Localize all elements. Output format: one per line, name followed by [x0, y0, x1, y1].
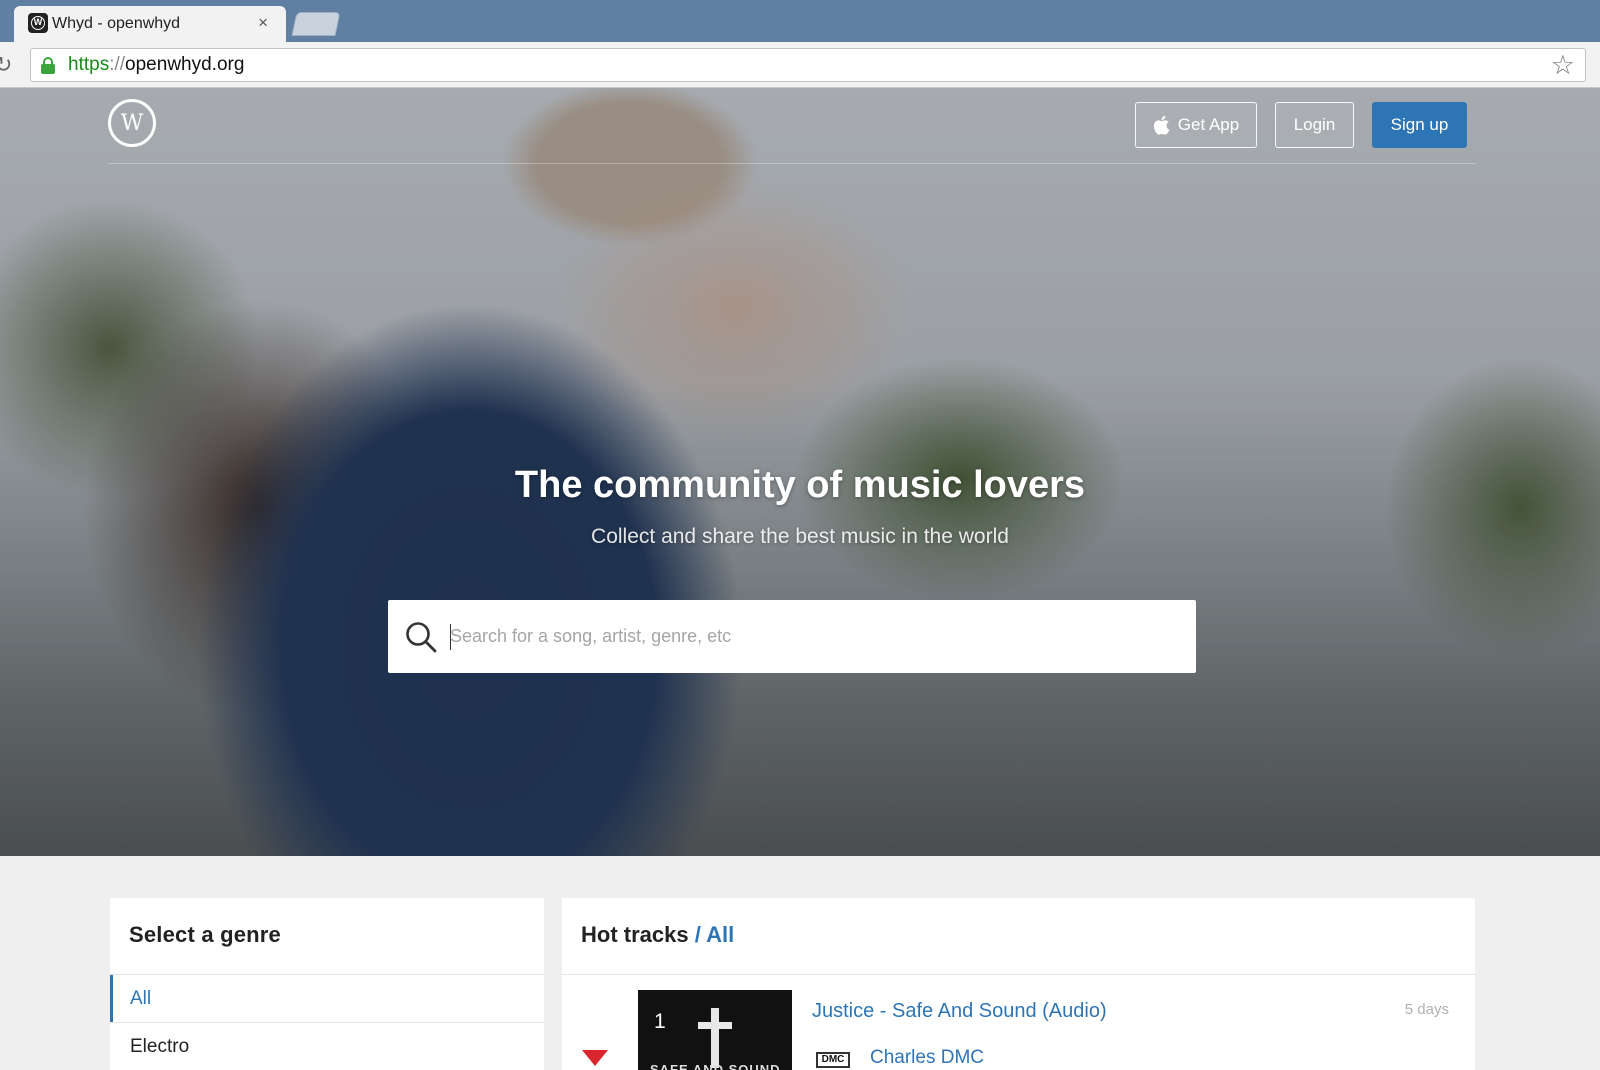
hot-tracks-heading: Hot tracks / All	[581, 922, 735, 947]
whyd-favicon-icon: W	[28, 13, 48, 33]
login-button[interactable]: Login	[1275, 102, 1354, 148]
search-box[interactable]	[388, 600, 1196, 673]
text-caret	[450, 624, 451, 650]
hero-subtitle: Collect and share the best music in the …	[591, 525, 1009, 548]
track-title-link[interactable]: Justice - Safe And Sound (Audio)	[812, 1000, 1107, 1023]
genre-heading: Select a genre	[129, 922, 281, 947]
genre-filter-link[interactable]: / All	[695, 922, 735, 947]
thumbnail-caption: SAFE AND SOUND	[650, 1062, 781, 1070]
track-rank: 1	[654, 1010, 666, 1033]
genre-panel: Select a genre All Electro	[110, 898, 544, 1070]
search-icon	[406, 622, 437, 653]
poster-avatar[interactable]: DMC	[816, 1052, 850, 1068]
search-input[interactable]	[450, 615, 1170, 657]
signup-button[interactable]: Sign up	[1372, 102, 1467, 148]
poster-name-link[interactable]: Charles DMC	[870, 1047, 984, 1069]
genre-item-all[interactable]: All	[110, 975, 544, 1023]
vote-down-icon[interactable]	[582, 1050, 608, 1066]
hero-title: The community of music lovers	[514, 464, 1086, 506]
close-tab-icon[interactable]: ×	[258, 13, 268, 33]
whyd-logo[interactable]: W	[108, 99, 156, 147]
cross-icon	[698, 1008, 732, 1068]
url-text: https://openwhyd.org	[68, 54, 245, 75]
track-thumbnail[interactable]: 1 SAFE AND SOUND	[638, 990, 792, 1070]
track-row[interactable]: 1 SAFE AND SOUND Justice - Safe And Soun…	[562, 990, 1475, 1070]
browser-tab[interactable]: W Whyd - openwhyd ×	[14, 6, 286, 42]
reload-icon[interactable]: ↻	[0, 52, 12, 78]
track-age: 5 days	[1404, 1001, 1449, 1018]
get-app-button[interactable]: Get App	[1135, 102, 1257, 148]
hero-banner: W Get App Login Sign up The community of…	[0, 88, 1600, 856]
lock-icon	[41, 57, 55, 74]
bookmark-star-icon[interactable]: ☆	[1551, 50, 1575, 81]
tab-title: Whyd - openwhyd	[52, 15, 181, 32]
browser-tab-bar: W Whyd - openwhyd ×	[0, 0, 1600, 42]
genre-item-electro[interactable]: Electro	[110, 1023, 544, 1070]
new-tab-button[interactable]	[291, 12, 341, 36]
url-field[interactable]: https://openwhyd.org ☆	[30, 48, 1586, 82]
apple-icon	[1153, 115, 1170, 135]
get-app-label: Get App	[1177, 115, 1240, 134]
header-divider	[108, 163, 1476, 164]
hot-tracks-panel: Hot tracks / All 1 SAFE AND SOUND Justic…	[562, 898, 1475, 1070]
